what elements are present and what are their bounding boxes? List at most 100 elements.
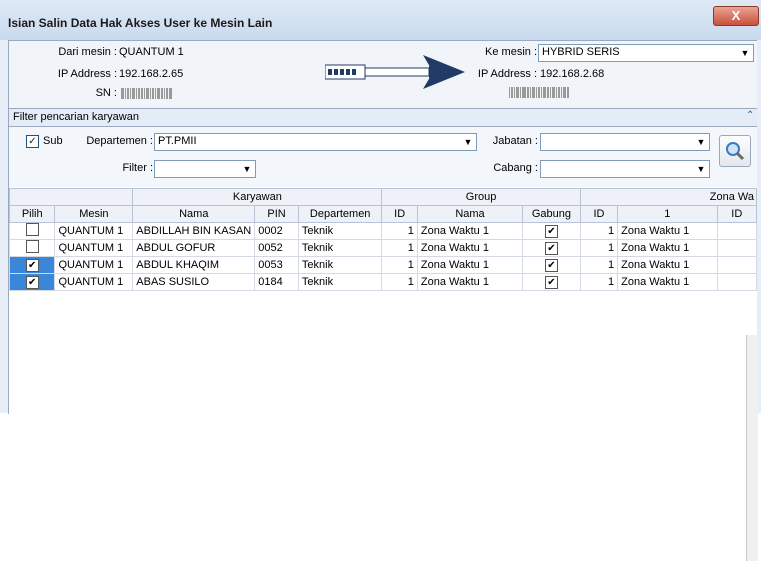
group-header-blank bbox=[8, 188, 134, 206]
nama-cell: ABDILLAH BIN KASAN bbox=[132, 222, 256, 240]
pilih-cell[interactable]: ✔ bbox=[8, 273, 56, 291]
pin-cell: 0053 bbox=[254, 256, 299, 274]
mesin-cell: QUANTUM 1 bbox=[54, 222, 134, 240]
pilih-cell[interactable]: ✔ bbox=[8, 256, 56, 274]
table-row[interactable]: QUANTUM 1 ABDILLAH BIN KASAN 0002 Teknik 1 Zo… bbox=[8, 222, 758, 240]
gabung-checkbox[interactable]: ✔ bbox=[544, 275, 558, 289]
gabung-cell[interactable]: ✔ bbox=[522, 273, 581, 291]
group-id-cell: 1 bbox=[381, 256, 418, 274]
departemen-value: PT.PMII bbox=[158, 135, 197, 147]
chevron-down-icon[interactable]: ▼ bbox=[240, 162, 254, 176]
arrow-right-icon bbox=[325, 55, 465, 89]
target-mesin-label: Ke mesin : bbox=[485, 46, 537, 58]
title-bar: Isian Salin Data Hak Akses User ke Mesin… bbox=[0, 0, 761, 40]
filter-select[interactable]: ▼ bbox=[154, 160, 256, 178]
machine-info: Dari mesin : QUANTUM 1 IP Address : 192.… bbox=[9, 41, 757, 109]
filter-header-label: Filter pencarian karyawan bbox=[13, 111, 139, 123]
gabung-checkbox[interactable]: ✔ bbox=[544, 241, 558, 255]
pilih-checkbox[interactable] bbox=[25, 223, 39, 236]
window-title: Isian Salin Data Hak Akses User ke Mesin… bbox=[8, 16, 273, 30]
zona-1-cell: Zona Waktu 1 bbox=[617, 273, 718, 291]
zona-id-cell: 1 bbox=[579, 222, 619, 240]
target-ip-label: IP Address : bbox=[477, 68, 537, 80]
departemen-cell: Teknik bbox=[297, 256, 383, 274]
col-zona-id-2[interactable]: ID bbox=[716, 205, 758, 223]
table-row[interactable]: QUANTUM 1 ABDUL GOFUR 0052 Teknik 1 Zona Wakt… bbox=[8, 239, 758, 257]
pilih-checkbox[interactable]: ✔ bbox=[25, 275, 39, 289]
mesin-cell: QUANTUM 1 bbox=[54, 256, 134, 274]
chevron-down-icon[interactable]: ▼ bbox=[694, 162, 708, 176]
col-gabung[interactable]: Gabung bbox=[522, 205, 581, 223]
col-zona-1[interactable]: 1 bbox=[617, 205, 718, 223]
cabang-select[interactable]: ▼ bbox=[540, 160, 710, 178]
departemen-cell: Teknik bbox=[297, 239, 383, 257]
col-nama[interactable]: Nama bbox=[132, 205, 256, 223]
chevron-down-icon[interactable]: ▼ bbox=[738, 46, 752, 60]
nama-cell: ABAS SUSILO bbox=[132, 273, 256, 291]
col-departemen[interactable]: Departemen bbox=[297, 205, 383, 223]
source-mesin-label: Dari mesin : bbox=[58, 46, 117, 58]
filter-panel: ✓ Sub Departemen : PT.PMII ▼ Jabatan : ▼… bbox=[9, 127, 757, 187]
column-header-row: Pilih Mesin Nama PIN Departemen ID Nama … bbox=[8, 205, 758, 223]
gabung-cell[interactable]: ✔ bbox=[522, 222, 581, 240]
pilih-cell[interactable] bbox=[8, 222, 56, 240]
departemen-label: Departemen : bbox=[86, 135, 153, 147]
gabung-checkbox[interactable]: ✔ bbox=[544, 224, 558, 238]
gabung-cell[interactable]: ✔ bbox=[522, 239, 581, 257]
col-group-nama[interactable]: Nama bbox=[416, 205, 524, 223]
target-mesin-select[interactable]: HYBRID SERIS ▼ bbox=[538, 44, 754, 62]
group-header-zona: Zona Wa bbox=[579, 188, 758, 206]
mesin-cell: QUANTUM 1 bbox=[54, 273, 134, 291]
nama-cell: ABDUL GOFUR bbox=[132, 239, 256, 257]
magnifier-icon bbox=[726, 142, 745, 161]
zona-id-2-cell bbox=[716, 256, 758, 274]
zona-1-cell: Zona Waktu 1 bbox=[617, 222, 718, 240]
zona-id-2-cell bbox=[716, 239, 758, 257]
pin-cell: 0002 bbox=[254, 222, 299, 240]
col-zona-id[interactable]: ID bbox=[579, 205, 619, 223]
mesin-cell: QUANTUM 1 bbox=[54, 239, 134, 257]
pilih-cell[interactable] bbox=[8, 239, 56, 257]
filter-header[interactable]: Filter pencarian karyawan ⌃ bbox=[9, 109, 757, 127]
zona-id-2-cell bbox=[716, 222, 758, 240]
jabatan-select[interactable]: ▼ bbox=[540, 133, 710, 151]
departemen-select[interactable]: PT.PMII ▼ bbox=[154, 133, 477, 151]
source-ip-label: IP Address : bbox=[57, 68, 117, 80]
col-pilih[interactable]: Pilih bbox=[8, 205, 56, 223]
employee-table: Karyawan Group Zona Wa Pilih Mesin Nama … bbox=[8, 188, 758, 291]
zona-id-cell: 1 bbox=[579, 239, 619, 257]
table-row[interactable]: ✔ QUANTUM 1 ABDUL KHAQIM 0053 Teknik 1 Zona Wa… bbox=[8, 256, 758, 274]
source-mesin-value: QUANTUM 1 bbox=[119, 46, 184, 58]
source-sn-label: SN : bbox=[95, 87, 117, 99]
vertical-scrollbar[interactable] bbox=[746, 335, 758, 561]
cabang-label: Cabang : bbox=[493, 162, 538, 174]
gabung-checkbox[interactable]: ✔ bbox=[544, 258, 558, 272]
col-group-id[interactable]: ID bbox=[381, 205, 418, 223]
nama-cell: ABDUL KHAQIM bbox=[132, 256, 256, 274]
group-nama-cell: Zona Waktu 1 bbox=[416, 273, 524, 291]
group-id-cell: 1 bbox=[381, 273, 418, 291]
pin-cell: 0052 bbox=[254, 239, 299, 257]
sub-checkbox[interactable]: ✓ bbox=[26, 135, 39, 148]
employee-grid: Karyawan Group Zona Wa Pilih Mesin Nama … bbox=[8, 188, 758, 561]
group-header-row: Karyawan Group Zona Wa bbox=[8, 188, 758, 206]
zona-id-2-cell bbox=[716, 273, 758, 291]
table-row[interactable]: ✔ QUANTUM 1 ABAS SUSILO 0184 Teknik 1 Zona Wak… bbox=[8, 273, 758, 291]
col-mesin[interactable]: Mesin bbox=[54, 205, 134, 223]
pilih-checkbox[interactable]: ✔ bbox=[25, 258, 39, 272]
filter-label: Filter : bbox=[122, 162, 153, 174]
zona-id-cell: 1 bbox=[579, 273, 619, 291]
chevron-down-icon[interactable]: ▼ bbox=[694, 135, 708, 149]
main-panel: Dari mesin : QUANTUM 1 IP Address : 192.… bbox=[8, 40, 758, 561]
col-pin[interactable]: PIN bbox=[254, 205, 299, 223]
group-header-karyawan: Karyawan bbox=[132, 188, 383, 206]
pilih-checkbox[interactable] bbox=[25, 240, 39, 253]
close-button[interactable]: X bbox=[713, 6, 759, 26]
source-sn-masked bbox=[121, 88, 172, 99]
target-sn-masked bbox=[509, 87, 569, 98]
departemen-cell: Teknik bbox=[297, 222, 383, 240]
search-button[interactable] bbox=[719, 135, 751, 167]
double-chevron-up-icon[interactable]: ⌃ bbox=[746, 110, 754, 121]
gabung-cell[interactable]: ✔ bbox=[522, 256, 581, 274]
departemen-cell: Teknik bbox=[297, 273, 383, 291]
